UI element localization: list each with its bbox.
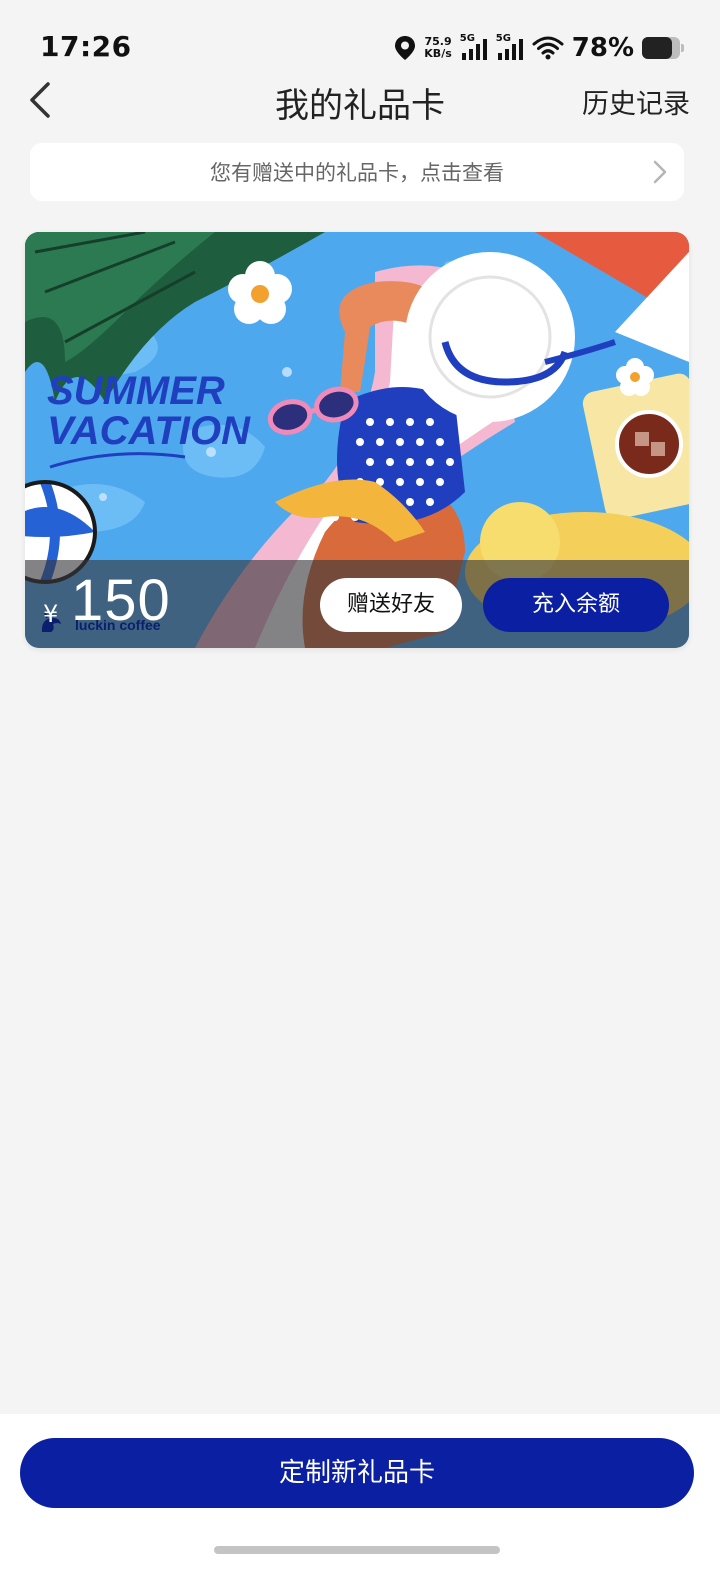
- signal-2-label: 5G: [495, 33, 511, 44]
- battery-percent: 78%: [571, 33, 634, 63]
- gifting-notice-text: 您有赠送中的礼品卡，点击查看: [210, 161, 504, 185]
- network-speed: 75.9 KB/s: [424, 36, 451, 60]
- cellular-signal-1: 5G: [459, 33, 488, 61]
- home-indicator[interactable]: [214, 1546, 500, 1554]
- card-art-title-line2: VACATION: [47, 409, 251, 453]
- cellular-signal-2: 5G: [495, 33, 524, 61]
- battery-nub: [681, 44, 684, 52]
- status-icons: 75.9 KB/s 5G 5G 78%: [394, 30, 684, 66]
- history-link[interactable]: 历史记录: [582, 82, 690, 121]
- brand-name: luckin coffee: [75, 617, 161, 633]
- currency-symbol: ¥: [43, 600, 59, 628]
- network-speed-unit: KB/s: [424, 47, 452, 60]
- brand-name-wrap: luckin coffee: [75, 615, 161, 634]
- navigation-bar: 我的礼品卡 历史记录: [0, 70, 720, 130]
- chevron-right-icon: [653, 160, 667, 184]
- gifting-notice-bar[interactable]: 您有赠送中的礼品卡，点击查看: [30, 143, 684, 201]
- status-time: 17:26: [40, 30, 132, 63]
- wifi-icon: [532, 36, 564, 60]
- signal-1-label: 5G: [459, 33, 475, 44]
- gift-card[interactable]: SUMMER VACATION ¥ 150 luckin coffee 赠送好友…: [25, 232, 689, 648]
- customize-gift-card-button[interactable]: 定制新礼品卡: [20, 1438, 694, 1508]
- card-art-title-line1: SUMMER: [47, 369, 225, 413]
- gift-to-friend-button[interactable]: 赠送好友: [320, 578, 462, 632]
- bottom-action-area: 定制新礼品卡: [0, 1414, 720, 1584]
- add-to-balance-button[interactable]: 充入余额: [483, 578, 669, 632]
- battery-icon: [642, 37, 684, 59]
- battery-fill: [642, 37, 672, 59]
- location-icon: [395, 36, 416, 60]
